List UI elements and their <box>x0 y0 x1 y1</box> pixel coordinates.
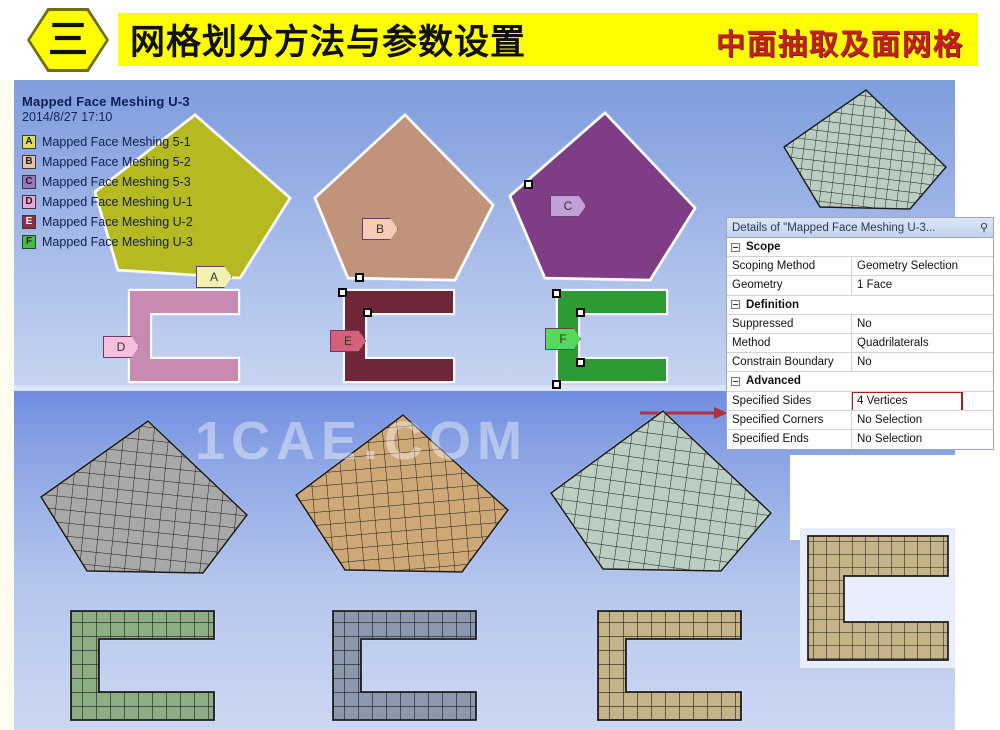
section-number-badge: 三 <box>27 8 109 72</box>
mesh-quad-tan[interactable] <box>290 410 520 580</box>
page-title: 网格划分方法与参数设置 <box>130 23 527 63</box>
details-key: Constrain Boundary <box>727 353 852 372</box>
tree-label-a: Mapped Face Meshing 5-1 <box>42 134 191 149</box>
tree-item-e[interactable]: E Mapped Face Meshing U-2 <box>22 212 250 231</box>
details-value[interactable]: 1 Face <box>852 276 993 294</box>
details-value[interactable]: No Selection <box>852 411 993 429</box>
title-banner: 网格划分方法与参数设置 中面抽取及面网格 <box>118 13 978 66</box>
details-panel-titlebar[interactable]: Details of "Mapped Face Meshing U-3... ⚲ <box>727 218 993 238</box>
ansys-viewport: A B C D E F Mapped Face Meshing U-3 2014… <box>0 80 1000 730</box>
tree-item-c[interactable]: C Mapped Face Meshing 5-3 <box>22 172 250 191</box>
geometry-tag-a-label: A <box>209 270 218 284</box>
vertex-handle[interactable] <box>576 308 585 317</box>
tree-badge-f: F <box>22 234 36 249</box>
details-panel: Details of "Mapped Face Meshing U-3... ⚲… <box>726 217 994 450</box>
geometry-tag-d-label: D <box>116 340 126 354</box>
tree-label-b: Mapped Face Meshing 5-2 <box>42 154 191 169</box>
vertex-handle[interactable] <box>552 289 561 298</box>
details-group-advanced[interactable]: Advanced <box>727 372 993 392</box>
details-value-highlighted[interactable]: 4 Vertices <box>852 391 993 410</box>
details-key: Geometry <box>727 276 852 295</box>
collapse-icon[interactable] <box>727 296 744 314</box>
details-key: Specified Sides <box>727 391 852 410</box>
details-row-method[interactable]: Method Quadrilaterals <box>727 333 993 354</box>
quad-shape-c[interactable] <box>505 108 705 293</box>
c-shape-d[interactable] <box>125 286 243 386</box>
vertex-handle[interactable] <box>576 358 585 367</box>
details-value[interactable]: No <box>852 315 993 333</box>
details-key: Method <box>727 333 852 353</box>
tree-title: Mapped Face Meshing U-3 <box>22 94 190 109</box>
tree-item-a[interactable]: A Mapped Face Meshing 5-1 <box>22 132 250 151</box>
outline-tree-panel: Mapped Face Meshing U-3 2014/8/27 17:10 … <box>14 88 258 258</box>
collapse-icon[interactable] <box>727 238 744 256</box>
mesh-c-green[interactable] <box>68 608 218 723</box>
tree-badge-a: A <box>22 134 36 149</box>
quad-shape-b[interactable] <box>310 110 500 290</box>
details-value[interactable]: Quadrilaterals <box>852 334 993 352</box>
tree-badge-c: C <box>22 174 36 189</box>
details-row-specified-sides[interactable]: Specified Sides 4 Vertices <box>727 391 993 411</box>
details-panel-title-text: Details of "Mapped Face Meshing U-3... <box>732 221 936 234</box>
slide-header: 三 网格划分方法与参数设置 中面抽取及面网格 <box>0 0 1000 80</box>
tree-label-f: Mapped Face Meshing U-3 <box>42 234 193 249</box>
pin-icon[interactable]: ⚲ <box>980 221 988 234</box>
details-group-definition-label: Definition <box>746 298 800 311</box>
vertex-handle[interactable] <box>363 308 372 317</box>
details-row-geometry[interactable]: Geometry 1 Face <box>727 276 993 296</box>
details-value[interactable]: No <box>852 353 993 371</box>
mesh-c-tan[interactable] <box>595 608 745 723</box>
details-group-advanced-label: Advanced <box>746 375 801 388</box>
geometry-tag-b-label: B <box>375 222 384 236</box>
details-row-constrain-boundary[interactable]: Constrain Boundary No <box>727 353 993 373</box>
geometry-tag-f-label: F <box>559 332 567 346</box>
details-key: Suppressed <box>727 314 852 333</box>
mesh-thumbnail-top-right[interactable] <box>778 85 954 215</box>
tree-badge-d: D <box>22 194 36 209</box>
details-row-suppressed[interactable]: Suppressed No <box>727 314 993 334</box>
details-row-specified-ends[interactable]: Specified Ends No Selection <box>727 429 993 450</box>
tree-item-list: A Mapped Face Meshing 5-1 B Mapped Face … <box>22 132 250 251</box>
vertex-handle[interactable] <box>338 288 347 297</box>
page-subtitle: 中面抽取及面网格 <box>715 27 964 61</box>
details-key: Specified Ends <box>727 429 852 450</box>
geometry-tag-e-label: E <box>343 334 352 348</box>
tree-label-d: Mapped Face Meshing U-1 <box>42 194 193 209</box>
collapse-icon[interactable] <box>727 372 744 390</box>
tree-label-c: Mapped Face Meshing 5-3 <box>42 174 191 189</box>
mesh-thumbnail-bottom-right[interactable] <box>800 528 955 668</box>
vertex-handle[interactable] <box>355 273 364 282</box>
vertex-handle[interactable] <box>524 180 533 189</box>
tree-badge-e: E <box>22 214 36 229</box>
tree-label-e: Mapped Face Meshing U-2 <box>42 214 193 229</box>
details-key: Specified Corners <box>727 410 852 429</box>
details-group-scope[interactable]: Scope <box>727 238 993 258</box>
section-number-text: 三 <box>48 17 88 63</box>
tree-item-b[interactable]: B Mapped Face Meshing 5-2 <box>22 152 250 171</box>
mesh-quad-gray[interactable] <box>35 415 260 580</box>
details-row-scoping-method[interactable]: Scoping Method Geometry Selection <box>727 257 993 277</box>
details-group-definition[interactable]: Definition <box>727 295 993 315</box>
details-value[interactable]: Geometry Selection <box>852 257 993 275</box>
tree-timestamp: 2014/8/27 17:10 <box>22 110 113 124</box>
details-key: Scoping Method <box>727 257 852 276</box>
left-gutter <box>0 80 14 730</box>
details-row-specified-corners[interactable]: Specified Corners No Selection <box>727 410 993 430</box>
geometry-tag-c-label: C <box>563 199 573 213</box>
vertex-handle[interactable] <box>552 380 561 389</box>
mesh-c-blue[interactable] <box>330 608 480 723</box>
details-group-scope-label: Scope <box>746 241 781 254</box>
tree-item-f[interactable]: F Mapped Face Meshing U-3 <box>22 232 250 251</box>
tree-badge-b: B <box>22 154 36 169</box>
tree-item-d[interactable]: D Mapped Face Meshing U-1 <box>22 192 250 211</box>
details-value[interactable]: No Selection <box>852 430 993 449</box>
